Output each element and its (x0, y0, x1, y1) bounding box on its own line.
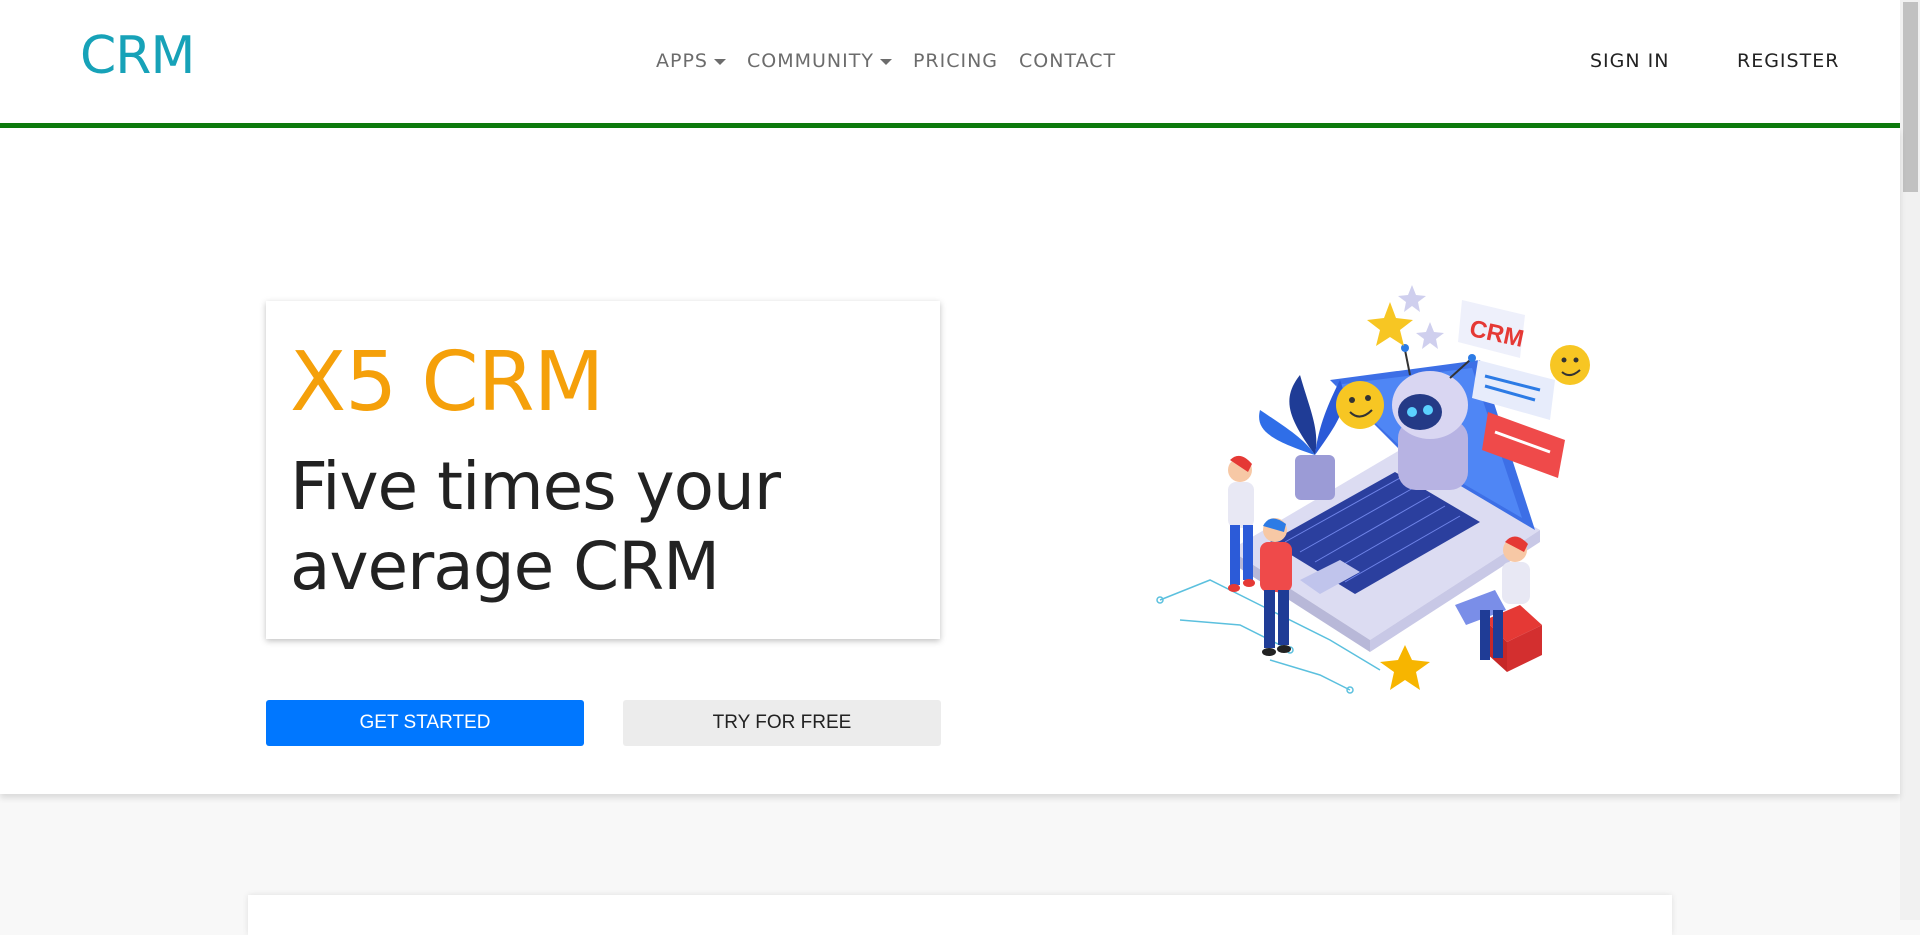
nav-label: COMMUNITY (746, 50, 874, 72)
try-for-free-button[interactable]: TRY FOR FREE (623, 700, 941, 746)
chevron-down-icon (879, 59, 892, 65)
person-woman-icon (1228, 455, 1255, 592)
sign-in-link[interactable]: SIGN IN (1590, 50, 1669, 72)
nav-item-contact[interactable]: CONTACT (1019, 50, 1116, 72)
crm-badge: CRM (1458, 300, 1526, 358)
nav-item-apps[interactable]: APPS (656, 50, 726, 72)
content-card (248, 895, 1672, 935)
crm-illustration: CRM (1156, 285, 1590, 694)
nav-label: APPS (656, 50, 708, 72)
hero-card: X5 CRM Five times your average CRM (266, 301, 940, 639)
nav-item-community[interactable]: COMMUNITY (747, 50, 892, 72)
plant-icon (1259, 375, 1344, 500)
register-link[interactable]: REGISTER (1737, 50, 1839, 72)
nav-menu: APPS COMMUNITY PRICING CONTACT (656, 50, 1116, 72)
hero-title: X5 CRM (290, 335, 604, 430)
scrollbar[interactable] (1900, 0, 1920, 920)
hero-subtitle: Five times your average CRM (290, 448, 781, 605)
scrollbar-thumb[interactable] (1903, 2, 1918, 192)
brand-logo[interactable]: CRM (80, 26, 195, 86)
navbar: CRM APPS COMMUNITY PRICING CONTACT SIGN … (0, 0, 1900, 128)
chevron-down-icon (713, 59, 726, 65)
robot-icon (1392, 344, 1476, 490)
nav-label: PRICING (912, 50, 999, 72)
get-started-button[interactable]: GET STARTED (266, 700, 584, 746)
nav-label: CONTACT (1019, 50, 1117, 72)
nav-item-pricing[interactable]: PRICING (913, 50, 998, 72)
